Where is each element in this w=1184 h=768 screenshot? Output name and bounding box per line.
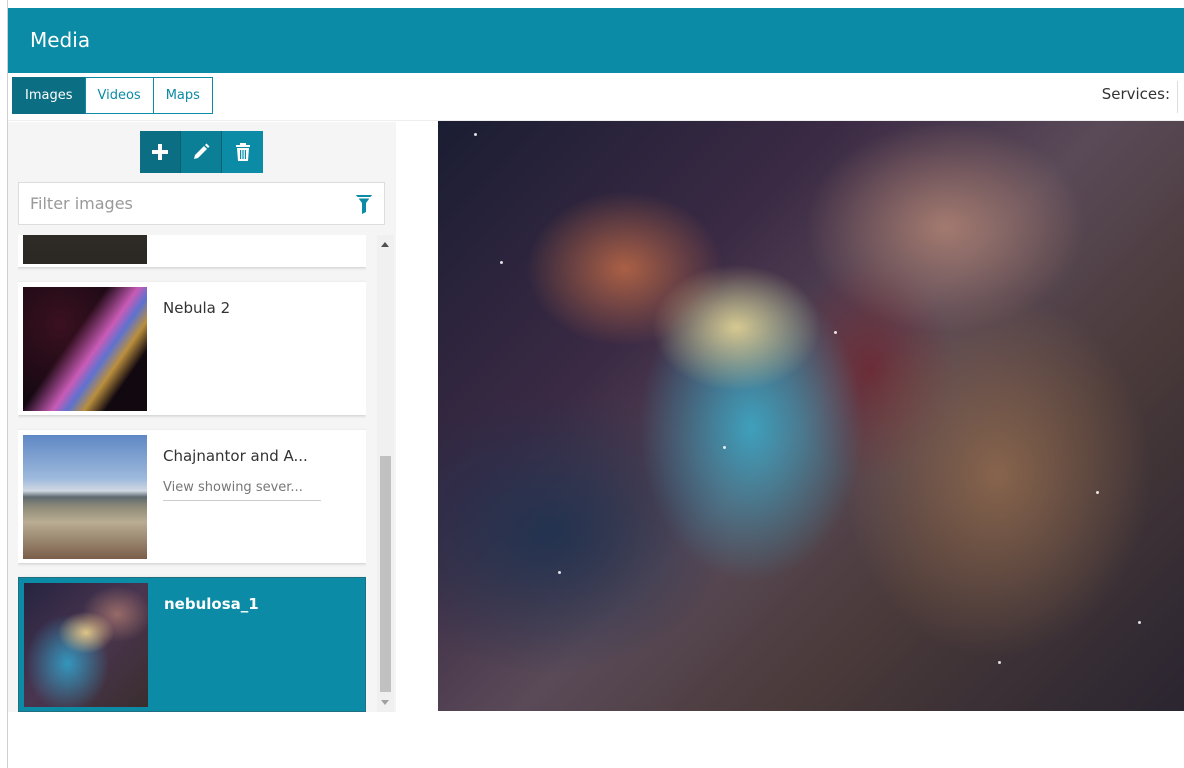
star-dot — [1096, 491, 1099, 494]
page-title: Media — [30, 28, 91, 52]
image-thumbnail — [23, 235, 147, 264]
image-name: Nebula 2 — [163, 299, 231, 317]
services-divider — [1177, 81, 1178, 113]
list-item-selected[interactable]: nebulosa_1 — [18, 577, 366, 712]
image-thumbnail — [23, 435, 147, 559]
media-tabs: Images Videos Maps — [12, 77, 213, 114]
delete-image-button[interactable] — [222, 131, 263, 173]
star-dot — [1138, 621, 1141, 624]
pencil-icon — [194, 143, 210, 159]
image-name: Chajnantor and A... — [163, 447, 308, 465]
star-dot — [723, 446, 726, 449]
star-dot — [998, 661, 1001, 664]
star-dot — [558, 571, 561, 574]
services-label: Services: — [1101, 85, 1170, 103]
list-scrollbar[interactable] — [377, 235, 394, 712]
toolbar: Images Videos Maps Services: — [8, 73, 1184, 121]
star-dot — [474, 133, 477, 136]
plus-icon — [152, 144, 168, 160]
tab-maps[interactable]: Maps — [152, 77, 213, 114]
star-dot — [834, 331, 837, 334]
tab-images[interactable]: Images — [12, 77, 86, 114]
funnel-icon[interactable] — [356, 194, 372, 214]
image-name: nebulosa_1 — [164, 595, 259, 613]
filter-input[interactable] — [19, 183, 339, 224]
filter-box — [18, 182, 385, 225]
image-thumbnail — [23, 287, 147, 411]
image-list: Nebula 2 Chajnantor and A... View showin… — [18, 235, 366, 712]
list-item[interactable] — [18, 235, 366, 267]
image-sidebar: Nebula 2 Chajnantor and A... View showin… — [8, 122, 396, 712]
scrollbar-thumb[interactable] — [380, 456, 391, 692]
trash-icon — [235, 143, 250, 161]
scroll-down-icon[interactable] — [381, 700, 389, 705]
action-buttons — [140, 131, 263, 173]
list-item[interactable]: Chajnantor and A... View showing sever..… — [18, 430, 366, 563]
list-item[interactable]: Nebula 2 — [18, 282, 366, 415]
image-preview — [438, 121, 1184, 711]
scroll-up-icon[interactable] — [381, 242, 389, 247]
header-bar: Media — [8, 8, 1184, 73]
add-image-button[interactable] — [140, 131, 181, 173]
image-thumbnail — [24, 583, 148, 707]
media-app: Media Images Videos Maps Services: Filte… — [0, 0, 1184, 768]
edit-image-button[interactable] — [181, 131, 222, 173]
star-dot — [500, 261, 503, 264]
image-description: View showing sever... — [163, 480, 321, 501]
tab-videos[interactable]: Videos — [84, 77, 154, 114]
